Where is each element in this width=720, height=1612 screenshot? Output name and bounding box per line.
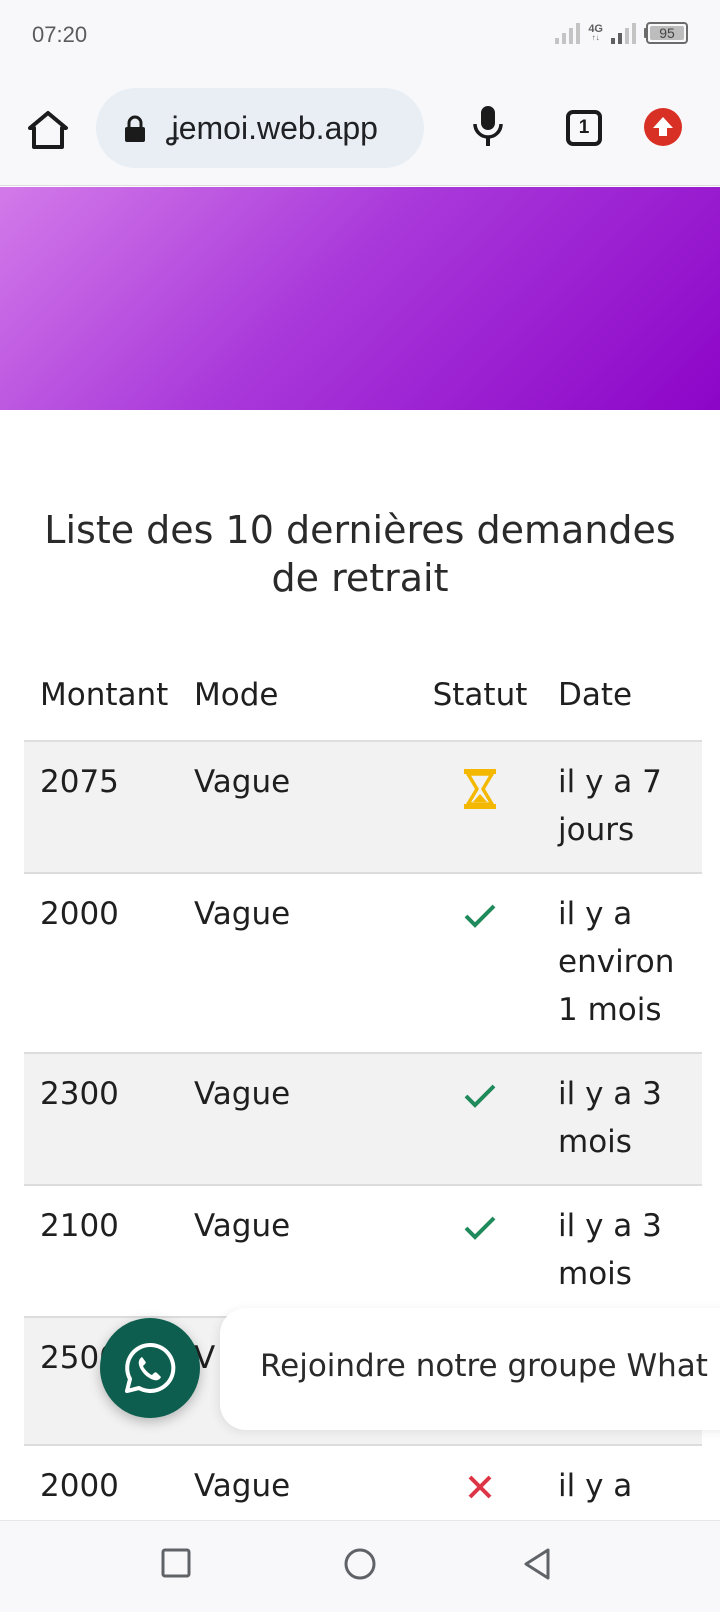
cross-icon (416, 1462, 544, 1520)
table-row: 2000 Vague il y a environ 1 mois (24, 874, 702, 1054)
cell-mode: Vague (194, 1208, 291, 1244)
cell-montant: 2000 (40, 1468, 119, 1504)
lock-icon (124, 115, 146, 143)
home-icon[interactable] (26, 108, 70, 152)
check-icon (416, 890, 544, 1034)
tabs-icon[interactable]: 1 (566, 110, 602, 146)
check-icon (416, 1070, 544, 1166)
back-icon[interactable] (522, 1547, 552, 1585)
recents-icon[interactable] (160, 1547, 192, 1583)
cell-mode: Vague (194, 896, 291, 932)
address-bar[interactable]: ʝemoi.web.app (96, 88, 424, 168)
page-title: Liste des 10 dernières demandes de retra… (44, 508, 676, 600)
signal-icon-2 (611, 22, 636, 44)
table-row: 2000 Vague il y a environ (24, 1446, 702, 1520)
cell-montant: 2300 (40, 1076, 119, 1112)
hero-banner (0, 187, 720, 410)
status-bar: 07:20 4G ↑↓ 95 (0, 0, 720, 74)
table-row: 2075 Vague il y a 7 jours (24, 742, 702, 874)
url-text: ʝemoi.web.app (166, 110, 378, 146)
cell-date: il y a 7 jours (558, 764, 662, 848)
signal-icon (555, 22, 581, 44)
home-circle-icon[interactable] (343, 1547, 377, 1585)
cell-date: il y a 3 mois (558, 1076, 662, 1160)
cell-montant: 2100 (40, 1208, 119, 1244)
cell-mode: Vague (194, 1076, 291, 1112)
update-icon[interactable] (644, 108, 682, 146)
status-time: 07:20 (32, 22, 88, 47)
mic-icon[interactable] (470, 104, 506, 148)
header-statut: Statut (432, 677, 528, 713)
cell-date: il y a environ 1 mois (558, 896, 675, 1028)
table-row: 2300 Vague il y a 3 mois (24, 1054, 702, 1186)
header-mode: Mode (194, 677, 279, 713)
cell-montant: 2000 (40, 896, 119, 932)
system-nav-bar (0, 1520, 720, 1612)
whatsapp-icon (125, 1342, 176, 1393)
whatsapp-banner[interactable]: Rejoindre notre groupe What (220, 1308, 720, 1430)
cell-date: il y a environ (558, 1468, 674, 1520)
cell-date: il y a 3 mois (558, 1208, 662, 1292)
status-icons: 4G ↑↓ 95 (555, 22, 688, 44)
hourglass-icon (416, 758, 544, 854)
table-header: Montant Mode Statut Date (24, 650, 702, 742)
check-icon (416, 1202, 544, 1298)
cell-mode: Vague (194, 764, 291, 800)
browser-toolbar: ʝemoi.web.app 1 (0, 74, 720, 186)
header-montant: Montant (40, 677, 169, 713)
header-date: Date (558, 677, 633, 713)
whatsapp-banner-text: Rejoindre notre groupe What (260, 1348, 708, 1384)
cell-mode: Vague (194, 1468, 291, 1504)
cell-montant: 2075 (40, 764, 119, 800)
battery-icon: 95 (644, 22, 688, 44)
table-row: 2100 Vague il y a 3 mois (24, 1186, 702, 1318)
whatsapp-button[interactable] (100, 1318, 200, 1418)
